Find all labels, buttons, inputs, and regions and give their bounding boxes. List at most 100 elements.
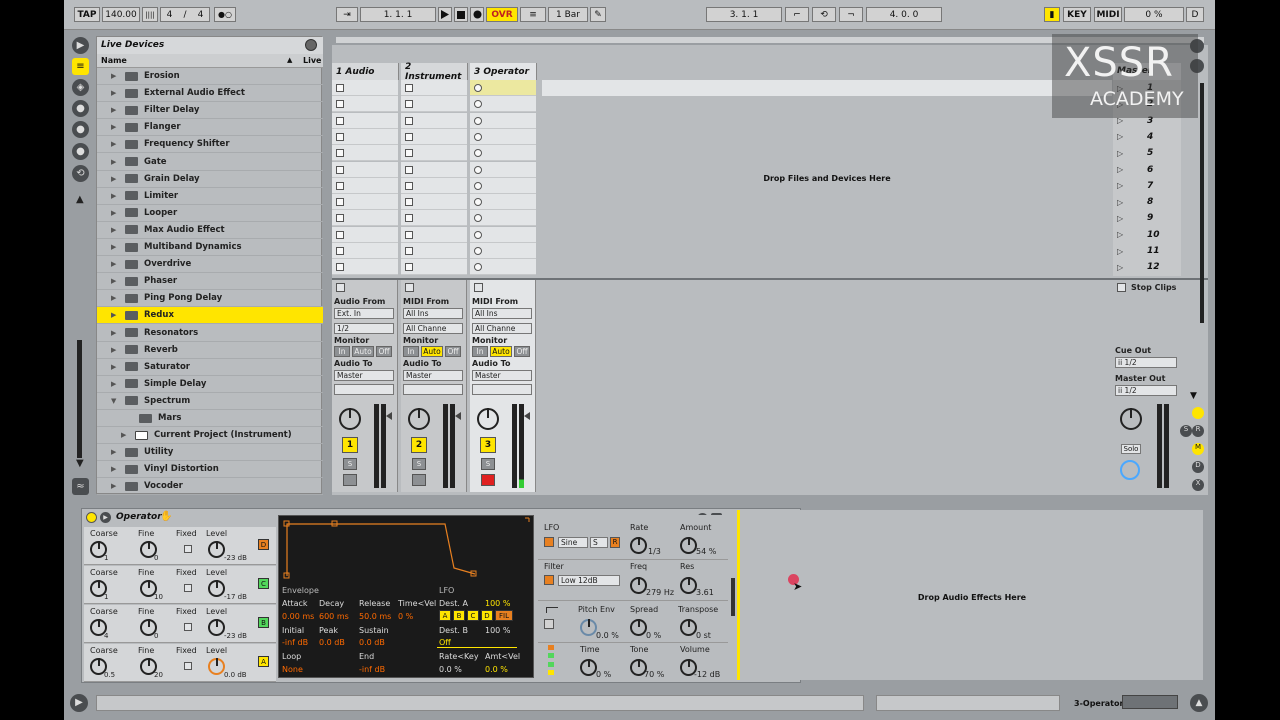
transpose-knob[interactable]	[680, 619, 697, 636]
tap-button[interactable]: TAP	[74, 7, 100, 22]
delay-toggle-icon[interactable]: D	[1192, 461, 1204, 473]
expand-arrow-icon[interactable]: ▶	[111, 260, 121, 268]
clip-stop-icon[interactable]	[405, 181, 413, 190]
pitch-env-toggle[interactable]	[544, 619, 554, 629]
oscillator-select-button[interactable]: B	[258, 617, 269, 628]
browser-item[interactable]: ▶ Multiband Dynamics	[97, 239, 323, 256]
clip-slot[interactable]	[470, 210, 536, 227]
computer-keyboard-icon[interactable]: ▮	[1044, 7, 1060, 22]
clip-slot[interactable]	[401, 194, 467, 211]
scene-launch-icon[interactable]: ▷	[1117, 247, 1147, 256]
device-resize-handle[interactable]	[731, 578, 735, 616]
browser-item[interactable]: ▶ Erosion	[97, 68, 323, 85]
clip-stop-icon[interactable]	[336, 247, 344, 255]
filter-res-knob[interactable]	[680, 577, 697, 594]
clip-stop-icon[interactable]	[405, 132, 413, 141]
hotswap-icon[interactable]	[305, 39, 317, 51]
clip-stop-icon[interactable]	[336, 84, 344, 92]
audio-to-dropdown[interactable]: Master	[334, 370, 394, 381]
scene-row[interactable]: ▷ 4	[1113, 129, 1179, 145]
record-slot-icon[interactable]	[474, 116, 482, 125]
live-devices-icon[interactable]: ≡	[72, 58, 89, 75]
expand-arrow-icon[interactable]: ▶	[111, 192, 121, 200]
clip-slot[interactable]	[332, 259, 398, 276]
arm-button[interactable]	[412, 474, 426, 486]
fixed-checkbox[interactable]	[184, 584, 192, 592]
scene-row[interactable]: ▷ 7	[1113, 178, 1179, 194]
info-view-toggle-icon[interactable]: ▶	[70, 694, 88, 712]
browser-scrollbar[interactable]	[77, 340, 82, 458]
clip-slot[interactable]	[470, 128, 536, 145]
clip-stop-icon[interactable]	[405, 230, 413, 239]
cue-out-dropdown[interactable]: ii 1/2	[1115, 357, 1177, 368]
filter-type-dropdown[interactable]: Low 12dB	[558, 575, 620, 586]
scene-row[interactable]: ▷ 8	[1113, 194, 1179, 210]
expand-arrow-icon[interactable]: ▶	[111, 346, 121, 354]
play-icon[interactable]	[438, 7, 452, 22]
expand-arrow-icon[interactable]: ▶	[111, 329, 121, 337]
scene-launch-icon[interactable]: ▷	[1117, 198, 1147, 207]
scene-launch-icon[interactable]: ▷	[1117, 263, 1147, 272]
tempo-field[interactable]: 140.00	[102, 7, 140, 22]
expand-arrow-icon[interactable]: ▶	[111, 209, 121, 217]
record-slot-icon[interactable]	[474, 247, 482, 255]
record-slot-icon[interactable]	[474, 84, 482, 92]
record-slot-icon[interactable]	[474, 100, 482, 109]
track-activator-button[interactable]: 1	[342, 437, 358, 453]
browser-item[interactable]: ▶ Simple Delay	[97, 376, 323, 393]
audio-to-channel-field[interactable]	[472, 384, 532, 395]
scene-launch-icon[interactable]: ▷	[1117, 230, 1147, 239]
arm-button[interactable]	[343, 474, 357, 486]
pitch-env-knob[interactable]	[580, 619, 597, 636]
mixer-toggle-icon[interactable]: M	[1192, 443, 1204, 455]
clip-slot[interactable]	[401, 243, 467, 259]
cue-volume-knob[interactable]	[1120, 460, 1140, 480]
browser-item[interactable]: ▶ Phaser	[97, 273, 323, 291]
scene-row[interactable]: ▷ 5	[1113, 145, 1179, 161]
key-map-button[interactable]: KEY	[1063, 7, 1091, 22]
device-fold-icon[interactable]: ▶	[100, 512, 111, 523]
expand-arrow-icon[interactable]: ▶	[111, 243, 121, 251]
dest-a-fil-button[interactable]: FIL	[495, 610, 513, 621]
io-channel-dropdown[interactable]: All Channe	[472, 323, 532, 334]
clip-stop-icon[interactable]	[336, 214, 344, 223]
lfo-amount-knob[interactable]	[680, 537, 697, 554]
clip-slot[interactable]	[332, 210, 398, 227]
browser-item[interactable]: ▶ Overdrive	[97, 256, 323, 274]
attack-value[interactable]: 0.00 ms	[282, 612, 314, 621]
clip-slot[interactable]	[401, 177, 467, 194]
clip-stop-icon[interactable]	[405, 149, 413, 158]
clip-slot[interactable]	[332, 161, 398, 178]
clip-slot[interactable]	[332, 194, 398, 211]
clip-stop-icon[interactable]	[336, 149, 344, 158]
record-slot-icon[interactable]	[474, 165, 482, 174]
record-slot-icon[interactable]	[474, 149, 482, 158]
clip-slot[interactable]	[401, 210, 467, 227]
browser-item[interactable]: ▶ Redux	[97, 307, 323, 325]
clip-slot[interactable]	[401, 80, 467, 96]
scroll-up-icon[interactable]: ▲	[76, 194, 84, 205]
clip-slot[interactable]	[470, 226, 536, 243]
clip-stop-icon[interactable]	[336, 198, 344, 207]
draw-menu-icon[interactable]: ≡	[520, 7, 546, 22]
browser-item[interactable]: ▶ Resonators	[97, 325, 323, 342]
browser-item[interactable]: ▼ Spectrum	[97, 393, 323, 410]
scene-row[interactable]: ▷ 10	[1113, 227, 1179, 243]
solo-button[interactable]: S	[343, 458, 357, 470]
follow-icon[interactable]: ⇥	[336, 7, 358, 22]
clip-slot[interactable]	[332, 145, 398, 162]
monitor-off-button[interactable]: Off	[376, 346, 392, 357]
clip-slot[interactable]	[332, 128, 398, 145]
io-from-dropdown[interactable]: All Ins	[472, 308, 532, 319]
pan-volume-knob[interactable]	[477, 408, 499, 430]
clip-stop-icon[interactable]	[405, 247, 413, 255]
expand-arrow-icon[interactable]: ▶	[111, 482, 121, 490]
audio-to-channel-field[interactable]	[403, 384, 463, 395]
browser-item[interactable]: ▶ Saturator	[97, 359, 323, 376]
scene-launch-icon[interactable]: ▷	[1117, 165, 1147, 174]
drop-area[interactable]: Drop Files and Devices Here	[542, 80, 1112, 276]
device-power-icon[interactable]	[86, 512, 97, 523]
dest-a-d-button[interactable]: D	[481, 610, 493, 621]
dest-b-dropdown[interactable]: Off	[439, 638, 451, 647]
loop-dropdown[interactable]: None	[282, 665, 303, 674]
